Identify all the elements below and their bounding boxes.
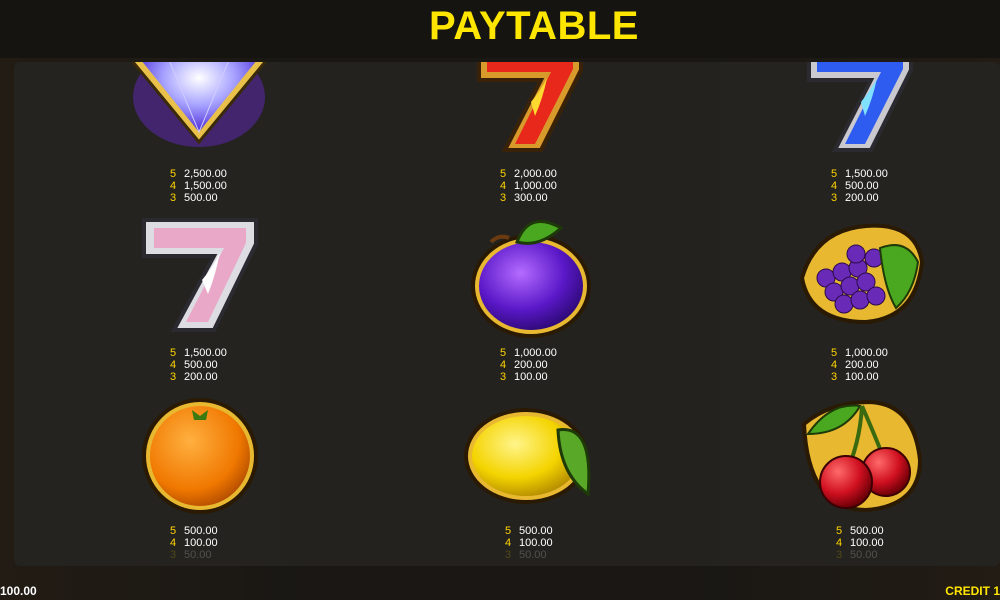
paytable-plum: 5 1,000.00 4 200.00 3 100.00	[500, 347, 557, 383]
credit-label: CREDIT	[945, 584, 990, 598]
credit-value: 1	[993, 584, 1000, 598]
paytable-grapes: 5 1,000.00 4 200.00 3 100.00	[831, 347, 888, 383]
orange-icon	[142, 398, 258, 514]
paytable-cherries: 5 500.00 4 100.00 3 50.00	[836, 525, 884, 561]
diamond-icon	[131, 62, 267, 147]
lemon-icon	[464, 408, 591, 504]
paytable-panel[interactable]: 5 2,500.00 4 1,500.00 3 500.00 5 2,000.00 41…	[14, 62, 1000, 566]
red-seven-icon	[477, 62, 583, 152]
blue-seven-icon	[807, 62, 913, 152]
plum-icon	[471, 220, 591, 338]
silver-seven-icon	[142, 218, 258, 332]
cherries-icon	[801, 399, 923, 513]
paytable-diamond: 5 2,500.00 4 1,500.00 3 500.00	[170, 168, 227, 204]
page-title: PAYTABLE	[429, 4, 639, 48]
paytable-blue-seven: 5 1,500.00 4 500.00 3 200.00	[831, 168, 888, 204]
balance-value: 100.00	[0, 584, 37, 598]
grapes-icon	[799, 223, 925, 325]
paytable-silver-seven: 5 1,500.00 4 500.00 3 200.00	[170, 347, 227, 383]
paytable-lemon: 5 500.00 4 100.00 3 50.00	[505, 525, 553, 561]
paytable-orange: 5 500.00 4 100.00 3 50.00	[170, 525, 218, 561]
paytable-red-seven: 5 2,000.00 4 1,000.00 3 300.00	[500, 168, 557, 204]
credit-display: CREDIT 1	[945, 584, 1000, 598]
